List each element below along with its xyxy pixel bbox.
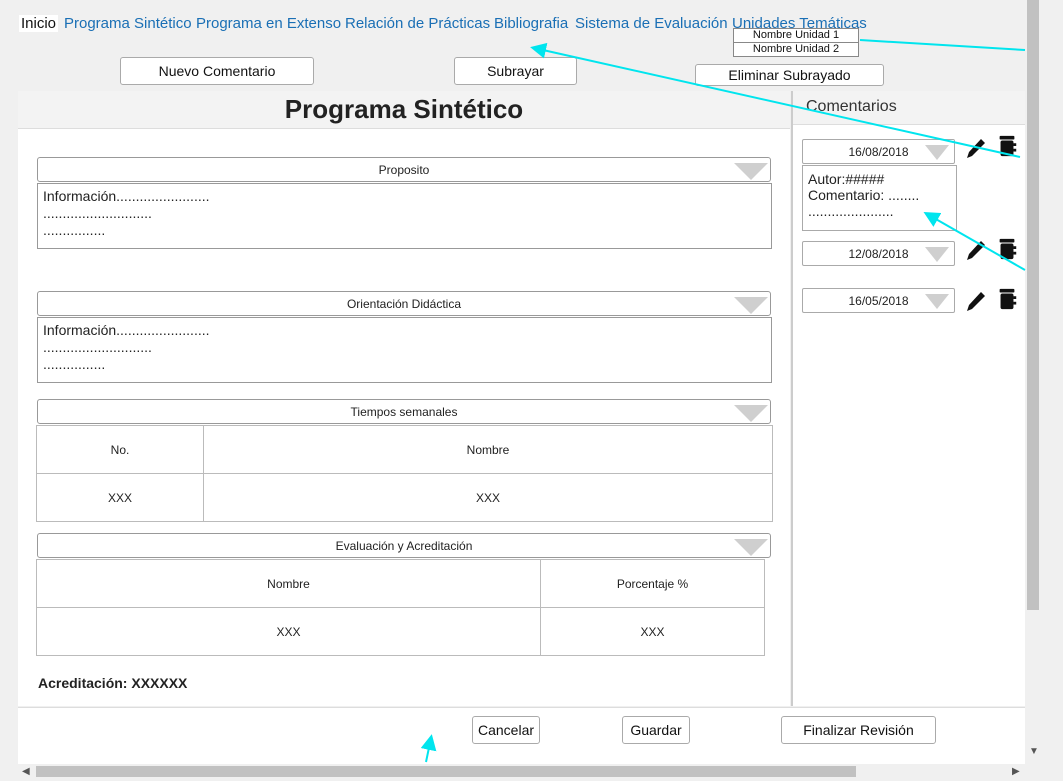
trash-icon[interactable] (996, 287, 1018, 311)
table-row: XXX XXX (36, 473, 773, 522)
table-header-cell: Nombre (203, 425, 773, 474)
section-header-label: Proposito (378, 163, 430, 177)
horizontal-scrollbar[interactable]: ◀ ▶ (18, 764, 1025, 779)
comment-author: Autor:##### (808, 171, 885, 187)
table-row: XXX XXX (36, 607, 765, 656)
tiempos-table: No. Nombre XXX XXX (36, 425, 773, 522)
table-cell: XXX (540, 607, 765, 656)
nav-programa-extenso[interactable]: Programa en Extenso (196, 15, 341, 32)
new-comment-button[interactable]: Nuevo Comentario (120, 57, 314, 85)
comment-body: Autor:##### Comentario: ........ .......… (802, 165, 957, 231)
comment-date-dropdown[interactable]: 16/08/2018 (802, 139, 955, 164)
section-body-proposito: Información........................ ....… (37, 183, 772, 249)
section-body-orientacion: Información........................ ....… (37, 317, 772, 383)
nav-bibliografia[interactable]: Bibliografia (494, 15, 568, 32)
comment-date-dropdown[interactable]: 16/05/2018 (802, 288, 955, 313)
cancel-button[interactable]: Cancelar (472, 716, 540, 744)
acreditacion-label: Acreditación: XXXXXX (38, 675, 188, 691)
table-header-cell: No. (36, 425, 204, 474)
evaluacion-table: Nombre Porcentaje % XXX XXX (36, 559, 765, 656)
unit-option-1[interactable]: Nombre Unidad 1 (733, 28, 859, 43)
table-cell: XXX (36, 607, 541, 656)
remove-underline-button[interactable]: Eliminar Subrayado (695, 64, 884, 86)
table-cell: XXX (203, 473, 773, 522)
comment-date-dropdown[interactable]: 12/08/2018 (802, 241, 955, 266)
nav-inicio[interactable]: Inicio (19, 15, 59, 32)
comments-title: Comentarios (793, 91, 1025, 125)
section-header-evaluacion[interactable]: Evaluación y Acreditación (37, 533, 771, 558)
comment-date: 12/08/2018 (848, 247, 909, 261)
table-header-cell: Porcentaje % (540, 559, 765, 608)
section-header-label: Orientación Didáctica (346, 297, 462, 311)
scrollbar-thumb[interactable] (36, 766, 856, 777)
pencil-icon[interactable] (965, 136, 987, 160)
comment-date: 16/05/2018 (848, 294, 909, 308)
nav-relacion-practicas[interactable]: Relación de Prácticas (345, 15, 490, 32)
table-header-cell: Nombre (36, 559, 541, 608)
nav-programa-sintetico[interactable]: Programa Sintético (64, 15, 192, 32)
finish-review-button[interactable]: Finalizar Revisión (781, 716, 936, 744)
vertical-scrollbar[interactable]: ▼ (1025, 0, 1041, 764)
chevron-down-icon (734, 297, 768, 314)
unit-option-2[interactable]: Nombre Unidad 2 (733, 42, 859, 57)
pencil-icon[interactable] (965, 238, 987, 262)
chevron-down-icon (734, 163, 768, 180)
section-header-proposito[interactable]: Proposito (37, 157, 771, 182)
scrollbar-thumb[interactable] (1027, 0, 1039, 610)
underline-button[interactable]: Subrayar (454, 57, 577, 85)
info-line: ................ (43, 222, 106, 238)
page-title: Programa Sintético (18, 91, 790, 129)
chevron-down-icon (925, 247, 949, 262)
table-cell: XXX (36, 473, 204, 522)
save-button[interactable]: Guardar (622, 716, 690, 744)
comment-extra: ...................... (808, 203, 894, 219)
pencil-icon[interactable] (965, 289, 987, 313)
section-header-orientacion[interactable]: Orientación Didáctica (37, 291, 771, 316)
comment-date: 16/08/2018 (848, 145, 909, 159)
trash-icon[interactable] (996, 237, 1018, 261)
section-header-tiempos[interactable]: Tiempos semanales (37, 399, 771, 424)
info-line: Información........................ (43, 322, 210, 338)
scroll-down-icon[interactable]: ▼ (1029, 746, 1039, 757)
chevron-down-icon (734, 539, 768, 556)
table-header-row: No. Nombre (36, 425, 773, 474)
chevron-down-icon (925, 294, 949, 309)
info-line: ............................ (43, 339, 152, 355)
table-header-row: Nombre Porcentaje % (36, 559, 765, 608)
nav-sistema-evaluacion[interactable]: Sistema de Evaluación (575, 15, 728, 32)
info-line: Información........................ (43, 188, 210, 204)
section-header-label: Tiempos semanales (350, 405, 458, 419)
comment-text: Comentario: ........ (808, 187, 920, 203)
info-line: ............................ (43, 205, 152, 221)
section-header-label: Evaluación y Acreditación (335, 539, 473, 553)
scroll-left-icon[interactable]: ◀ (22, 766, 30, 777)
trash-icon[interactable] (996, 134, 1018, 158)
info-line: ................ (43, 356, 106, 372)
annotation-arrow (859, 39, 1026, 51)
chevron-down-icon (734, 405, 768, 422)
scroll-right-icon[interactable]: ▶ (1012, 766, 1020, 777)
chevron-down-icon (925, 145, 949, 160)
